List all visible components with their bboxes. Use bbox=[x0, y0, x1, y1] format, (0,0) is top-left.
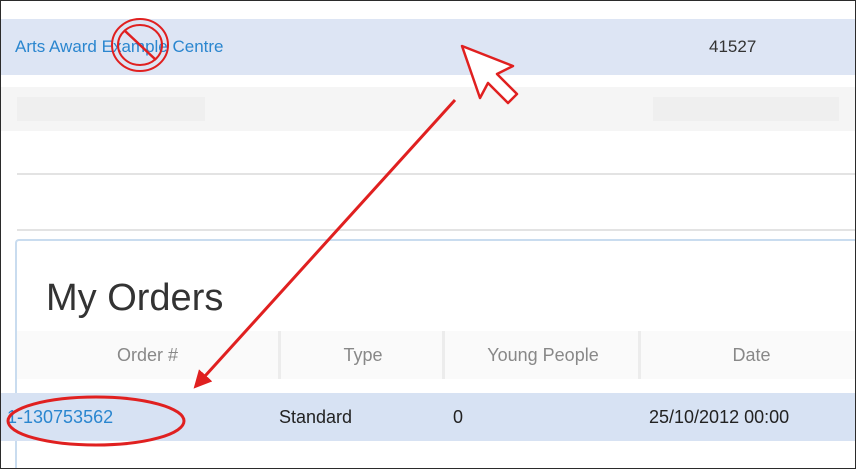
empty-field-row bbox=[17, 173, 855, 231]
placeholder-bar bbox=[653, 97, 839, 121]
column-header-date[interactable]: Date bbox=[638, 331, 855, 379]
order-number-link[interactable]: 1-130753562 bbox=[7, 393, 113, 441]
order-date: 25/10/2012 00:00 bbox=[649, 407, 790, 427]
placeholder-bar bbox=[17, 97, 205, 121]
column-header-young-people[interactable]: Young People bbox=[442, 331, 641, 379]
table-row[interactable]: 1-130753562 Standard 0 25/10/2012 00:00 bbox=[1, 393, 855, 441]
centre-id: 41527 bbox=[709, 37, 757, 56]
page-title: My Orders bbox=[46, 277, 224, 319]
young-people-count: 0 bbox=[453, 407, 464, 427]
centre-row: Arts Award Example Centre 41527 bbox=[1, 19, 855, 75]
table-header: Order # Type Young People Date bbox=[17, 331, 855, 379]
order-type: Standard bbox=[279, 407, 353, 427]
screenshot-frame: Arts Award Example Centre 41527 My Order… bbox=[0, 0, 856, 469]
centre-name-link[interactable]: Arts Award Example Centre bbox=[15, 37, 224, 57]
column-header-order[interactable]: Order # bbox=[17, 331, 278, 379]
column-header-type[interactable]: Type bbox=[278, 331, 445, 379]
